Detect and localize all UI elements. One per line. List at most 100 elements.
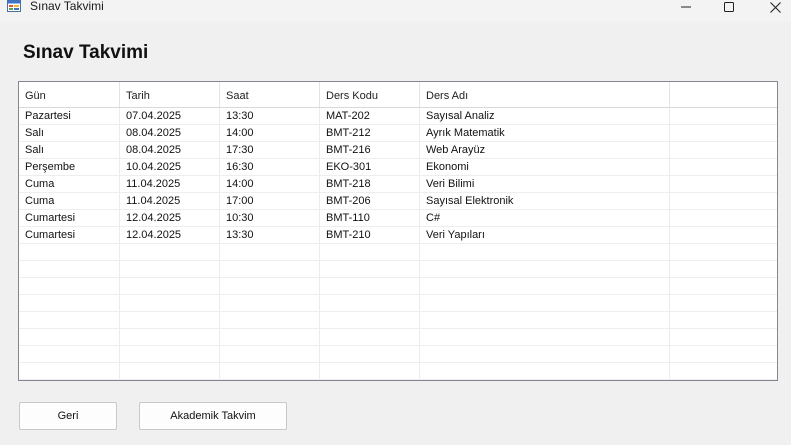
cell-time[interactable] [220,346,320,362]
empty-row[interactable] [19,346,777,363]
cell-course-name[interactable]: Ayrık Matematik [420,125,670,141]
cell-day[interactable] [19,278,120,294]
cell-course-name[interactable]: Ekonomi [420,159,670,175]
cell-course-name[interactable]: Sayısal Analiz [420,108,670,124]
empty-row[interactable] [19,244,777,261]
cell-time[interactable] [220,329,320,345]
cell-date[interactable]: 07.04.2025 [120,108,220,124]
cell-course-name[interactable]: C# [420,210,670,226]
cell-course-name[interactable] [420,244,670,260]
cell-date[interactable] [120,346,220,362]
table-row[interactable]: Cumartesi 12.04.2025 13:30 BMT-210 Veri Yapı… [19,227,777,244]
cell-course-name[interactable] [420,261,670,277]
cell-date[interactable]: 12.04.2025 [120,210,220,226]
table-row[interactable]: Salı 08.04.2025 17:30 BMT-216 Web Arayüz [19,142,777,159]
table-row[interactable]: Cuma 11.04.2025 17:00 BMT-206 Sayısal Elektr… [19,193,777,210]
cell-time[interactable]: 10:30 [220,210,320,226]
cell-course-code[interactable]: BMT-206 [320,193,420,209]
back-button[interactable]: Geri [19,402,117,430]
cell-date[interactable] [120,244,220,260]
cell-date[interactable] [120,278,220,294]
empty-row[interactable] [19,278,777,295]
empty-row[interactable] [19,295,777,312]
empty-row[interactable] [19,261,777,278]
cell-time[interactable]: 13:30 [220,108,320,124]
cell-date[interactable]: 11.04.2025 [120,176,220,192]
cell-course-code[interactable] [320,329,420,345]
table-row[interactable]: Pazartesi 07.04.2025 13:30 MAT-202 Sayısal A… [19,108,777,125]
cell-course-code[interactable]: BMT-218 [320,176,420,192]
table-row[interactable]: Cuma 11.04.2025 14:00 BMT-218 Veri Bilimi [19,176,777,193]
column-header-course-code[interactable]: Ders Kodu [320,82,420,107]
cell-date[interactable]: 12.04.2025 [120,227,220,243]
cell-day[interactable]: Cumartesi [19,227,120,243]
cell-course-code[interactable] [320,278,420,294]
cell-course-name[interactable] [420,312,670,328]
cell-date[interactable] [120,312,220,328]
cell-course-code[interactable] [320,346,420,362]
cell-day[interactable] [19,329,120,345]
cell-date[interactable]: 08.04.2025 [120,142,220,158]
cell-day[interactable] [19,261,120,277]
cell-course-name[interactable] [420,329,670,345]
table-row[interactable]: Cumartesi 12.04.2025 10:30 BMT-110 C# [19,210,777,227]
cell-day[interactable] [19,244,120,260]
cell-time[interactable]: 13:30 [220,227,320,243]
cell-course-code[interactable]: BMT-216 [320,142,420,158]
cell-course-code[interactable]: BMT-210 [320,227,420,243]
cell-course-name[interactable]: Veri Bilimi [420,176,670,192]
cell-course-name[interactable] [420,278,670,294]
cell-day[interactable]: Perşembe [19,159,120,175]
cell-date[interactable] [120,329,220,345]
cell-course-code[interactable] [320,244,420,260]
cell-course-name[interactable] [420,346,670,362]
empty-row[interactable] [19,363,777,380]
cell-time[interactable] [220,244,320,260]
cell-day[interactable]: Cuma [19,193,120,209]
cell-course-code[interactable] [320,363,420,379]
cell-time[interactable]: 16:30 [220,159,320,175]
exam-schedule-grid[interactable]: Gün Tarih Saat Ders Kodu Ders Adı Pazart… [18,81,778,381]
cell-time[interactable] [220,363,320,379]
cell-course-code[interactable] [320,295,420,311]
cell-day[interactable]: Pazartesi [19,108,120,124]
cell-date[interactable] [120,261,220,277]
cell-day[interactable] [19,312,120,328]
cell-time[interactable] [220,278,320,294]
cell-course-name[interactable]: Veri Yapıları [420,227,670,243]
cell-date[interactable]: 08.04.2025 [120,125,220,141]
cell-course-name[interactable] [420,363,670,379]
cell-course-code[interactable]: EKO-301 [320,159,420,175]
cell-day[interactable] [19,363,120,379]
cell-course-code[interactable] [320,261,420,277]
cell-time[interactable] [220,312,320,328]
empty-row[interactable] [19,329,777,346]
cell-time[interactable]: 14:00 [220,176,320,192]
cell-date[interactable] [120,363,220,379]
column-header-time[interactable]: Saat [220,82,320,107]
cell-day[interactable]: Salı [19,142,120,158]
cell-time[interactable] [220,261,320,277]
cell-day[interactable]: Cuma [19,176,120,192]
academic-calendar-button[interactable]: Akademik Takvim [139,402,287,430]
cell-day[interactable] [19,346,120,362]
cell-course-code[interactable]: BMT-212 [320,125,420,141]
minimize-button[interactable] [663,0,709,14]
table-row[interactable]: Perşembe 10.04.2025 16:30 EKO-301 Ekonomi [19,159,777,176]
table-row[interactable]: Salı 08.04.2025 14:00 BMT-212 Ayrık Matemati… [19,125,777,142]
column-header-day[interactable]: Gün [19,82,120,107]
cell-course-code[interactable]: BMT-110 [320,210,420,226]
maximize-button[interactable] [706,0,752,14]
cell-course-code[interactable] [320,312,420,328]
cell-time[interactable]: 17:30 [220,142,320,158]
cell-course-code[interactable]: MAT-202 [320,108,420,124]
cell-time[interactable] [220,295,320,311]
close-button[interactable] [752,0,791,14]
empty-row[interactable] [19,312,777,329]
cell-date[interactable]: 10.04.2025 [120,159,220,175]
cell-date[interactable] [120,295,220,311]
title-bar[interactable]: Sınav Takvimi [0,0,791,22]
cell-time[interactable]: 14:00 [220,125,320,141]
cell-course-name[interactable]: Sayısal Elektronik [420,193,670,209]
cell-day[interactable]: Cumartesi [19,210,120,226]
